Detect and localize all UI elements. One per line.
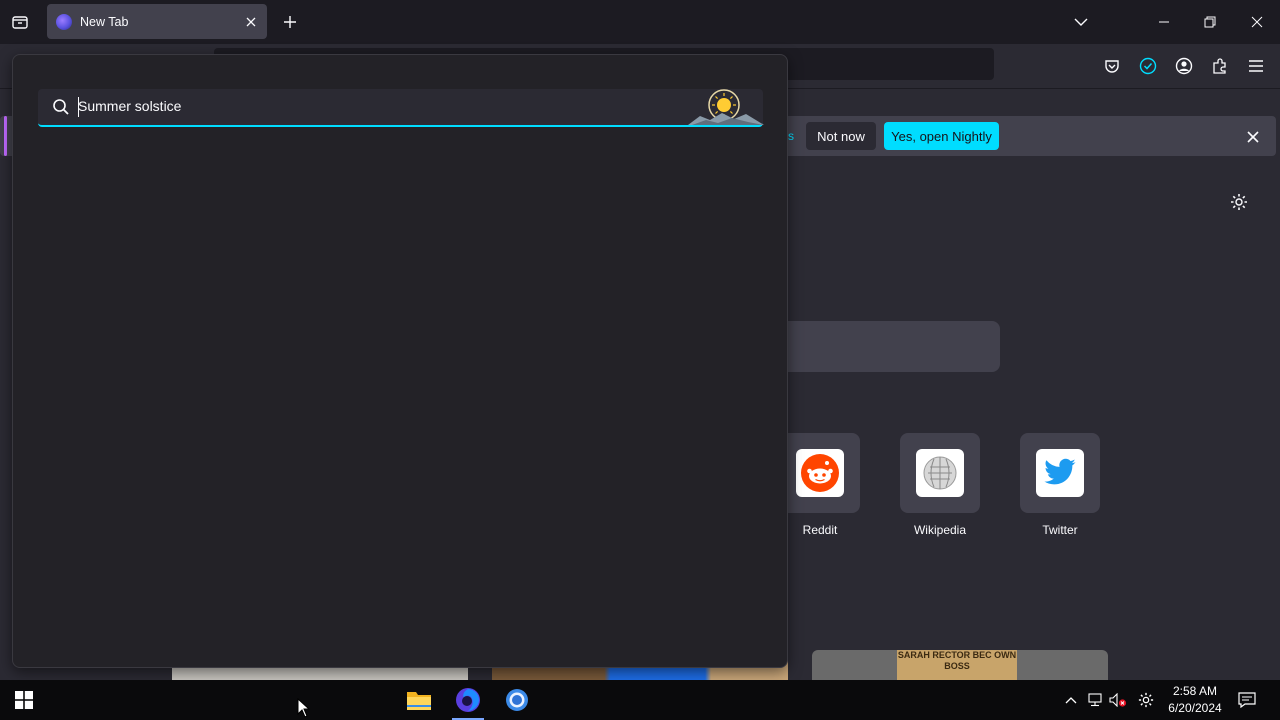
firefox-view-button[interactable]	[6, 8, 34, 36]
not-now-button[interactable]: Not now	[806, 122, 876, 150]
extensions-icon	[1213, 58, 1226, 74]
network-button[interactable]	[1085, 690, 1105, 710]
top-site-reddit[interactable]: Reddit	[780, 433, 860, 543]
start-button[interactable]	[2, 680, 46, 720]
search-icon	[53, 99, 69, 115]
search-query: Summer solstice	[78, 98, 182, 114]
new-tab-button[interactable]	[278, 10, 302, 34]
firefox-icon	[456, 688, 480, 712]
taskbar-firefox[interactable]	[446, 680, 490, 720]
close-window-button[interactable]	[1243, 8, 1271, 36]
sync-button[interactable]	[1134, 52, 1162, 80]
restore-icon	[1204, 16, 1216, 28]
account-icon	[1175, 57, 1193, 75]
app-menu-button[interactable]	[1242, 52, 1270, 80]
chevron-up-icon	[1065, 697, 1077, 704]
top-site-tile	[900, 433, 980, 513]
action-center-button[interactable]	[1237, 690, 1257, 710]
extensions-button[interactable]	[1206, 52, 1234, 80]
personalize-settings-button[interactable]	[1226, 189, 1252, 215]
mouse-cursor-icon	[297, 698, 311, 718]
search-dropdown-panel: Summer solstice	[12, 54, 788, 668]
network-icon	[1088, 693, 1102, 707]
volume-button[interactable]	[1108, 690, 1128, 710]
taskbar-chrome[interactable]	[495, 680, 539, 720]
tab-bar: New Tab	[0, 0, 1280, 44]
notification-close-button[interactable]	[1240, 124, 1266, 150]
open-nightly-button[interactable]: Yes, open Nightly	[884, 122, 999, 150]
clock-time: 2:58 AM	[1172, 684, 1218, 698]
firefox-view-icon	[12, 16, 28, 29]
list-all-tabs-button[interactable]	[1067, 8, 1095, 36]
tab-title: New Tab	[80, 14, 129, 29]
top-site-label: Wikipedia	[913, 523, 967, 537]
page-search-box[interactable]	[760, 321, 1000, 372]
clock-date: 6/20/2024	[1168, 701, 1222, 715]
taskbar-file-explorer[interactable]	[397, 680, 441, 720]
tab-new-tab[interactable]: New Tab	[47, 4, 267, 39]
menu-icon	[1249, 60, 1263, 72]
settings-tray-button[interactable]	[1136, 690, 1156, 710]
pocket-button[interactable]	[1098, 52, 1126, 80]
file-explorer-icon	[407, 692, 431, 710]
minimize-icon	[1159, 21, 1169, 23]
windows-start-icon	[15, 691, 33, 709]
restore-button[interactable]	[1196, 8, 1224, 36]
twitter-icon	[1036, 449, 1084, 497]
chrome-icon	[506, 689, 528, 711]
notification-accent	[4, 116, 7, 156]
taskbar-clock[interactable]: 2:58 AM 6/20/2024	[1162, 683, 1228, 717]
top-site-twitter[interactable]: Twitter	[1020, 433, 1100, 543]
wikipedia-icon	[916, 449, 964, 497]
summer-solstice-logo	[688, 89, 764, 125]
minimize-button[interactable]	[1150, 8, 1178, 36]
top-site-tile	[1020, 433, 1100, 513]
top-site-tile	[780, 433, 860, 513]
plus-icon	[284, 16, 296, 28]
chevron-down-icon	[1074, 18, 1088, 26]
close-icon	[1247, 131, 1259, 143]
story-thumbnail[interactable]: SARAH RECTOR BEC OWN BOSS	[812, 650, 1108, 680]
sync-check-icon	[1139, 57, 1157, 75]
pocket-icon	[1105, 60, 1119, 73]
text-caret	[78, 97, 79, 117]
reddit-icon	[796, 449, 844, 497]
gear-icon	[1231, 194, 1247, 210]
top-site-wikipedia[interactable]: Wikipedia	[900, 433, 980, 543]
tab-close-button[interactable]	[239, 10, 263, 34]
notification-center-icon	[1238, 692, 1256, 708]
show-hidden-icons-button[interactable]	[1061, 690, 1081, 710]
close-icon	[246, 17, 256, 26]
account-button[interactable]	[1170, 52, 1198, 80]
search-input[interactable]: Summer solstice	[38, 89, 764, 127]
top-site-label: Twitter	[1042, 523, 1078, 537]
notification-message: s	[788, 129, 794, 143]
firefox-nightly-icon	[56, 13, 72, 30]
gear-icon	[1138, 692, 1154, 708]
close-icon	[1251, 16, 1263, 28]
story-sign: SARAH RECTOR BEC OWN BOSS	[897, 650, 1017, 680]
windows-taskbar: 2:58 AM 6/20/2024	[0, 680, 1280, 720]
volume-muted-icon	[1109, 693, 1127, 707]
